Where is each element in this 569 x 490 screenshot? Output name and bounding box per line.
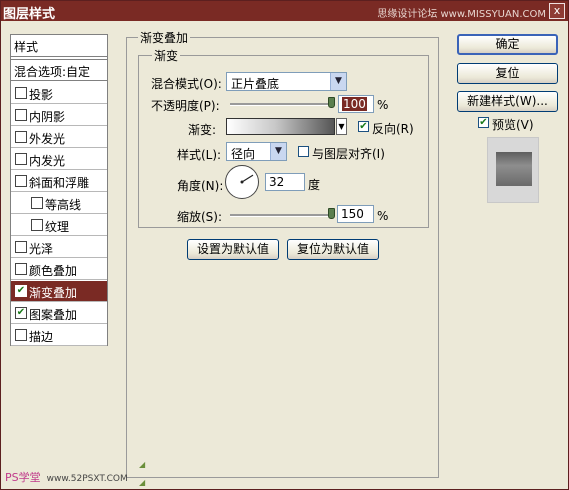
style-item-checkbox[interactable] (31, 219, 43, 231)
style-item[interactable]: ✔ 渐变叠加 (11, 281, 107, 302)
style-item-label: 图案叠加 (29, 308, 78, 322)
style-item-checkbox[interactable] (31, 197, 43, 209)
window-title: 图层样式 (3, 7, 56, 22)
scale-label: 缩放(S): (177, 210, 223, 224)
checkmark-icon: ✔ (16, 307, 26, 318)
angle-input[interactable]: 32 (265, 173, 305, 191)
reset-button[interactable]: 复位 (457, 63, 558, 84)
subgroup-title: 渐变 (152, 47, 181, 64)
opacity-unit: % (377, 98, 389, 112)
style-item-checkbox[interactable] (15, 87, 27, 99)
angle-value: 32 (269, 175, 285, 189)
style-item[interactable]: 描边 (11, 325, 107, 346)
resize-grip-icon: ◢ (139, 478, 146, 487)
preview-checkbox[interactable]: ✔ (478, 117, 489, 128)
style-item[interactable]: 内阴影 (11, 105, 107, 126)
set-default-button[interactable]: 设置为默认值 (187, 239, 279, 260)
scale-input[interactable]: 150 (337, 205, 374, 223)
style-item[interactable]: 纹理 (11, 215, 107, 236)
blend-mode-label: 混合模式(O): (151, 77, 222, 91)
styles-header-label: 样式 (14, 40, 39, 54)
resize-grip-icon: ◢ (139, 460, 146, 469)
checkmark-icon: ✔ (479, 117, 488, 128)
title-bar[interactable]: 图层样式 思缘设计论坛 www.MISSYUAN.COM x (1, 1, 568, 22)
style-item-label: 描边 (29, 330, 54, 344)
style-item-checkbox[interactable] (15, 241, 27, 253)
gradient-style-select[interactable]: 径向 ▼ (226, 142, 287, 161)
style-item-checkbox[interactable] (15, 131, 27, 143)
ok-button[interactable]: 确定 (457, 34, 558, 55)
scale-slider-track[interactable] (230, 214, 332, 217)
style-item-label: 等高线 (45, 198, 82, 212)
new-style-button[interactable]: 新建样式(W)... (457, 91, 558, 112)
angle-dial-needle (240, 174, 254, 184)
style-item-label: 投影 (29, 88, 54, 102)
scale-value: 150 (341, 207, 364, 221)
opacity-value: 100 (342, 97, 367, 111)
style-item-label: 光泽 (29, 242, 54, 256)
group-title: 渐变叠加 (138, 29, 191, 46)
style-item-checkbox[interactable]: ✔ (15, 285, 27, 297)
styles-header[interactable]: 样式 (11, 35, 107, 57)
style-item-label: 外发光 (29, 132, 66, 146)
style-item[interactable]: 斜面和浮雕 (11, 171, 107, 192)
watermark-text: 思缘设计论坛 www.MISSYUAN.COM (377, 9, 546, 20)
scale-slider-thumb[interactable] (328, 208, 335, 219)
checkmark-icon: ✔ (16, 285, 26, 296)
blend-mode-value: 正片叠底 (231, 77, 280, 91)
reset-default-button[interactable]: 复位为默认值 (287, 239, 379, 260)
style-item-checkbox[interactable] (15, 175, 27, 187)
align-with-layer-checkbox[interactable] (298, 146, 309, 157)
blend-options-item[interactable]: 混合选项:自定 (11, 59, 107, 81)
style-item[interactable]: 投影 (11, 83, 107, 104)
scale-unit: % (377, 209, 389, 223)
preview-label: 预览(V) (492, 118, 534, 132)
style-item[interactable]: 光泽 (11, 237, 107, 258)
opacity-slider-thumb[interactable] (328, 97, 335, 108)
footer-watermark: PS学堂 www.52PSXT.COM (5, 469, 128, 485)
chevron-down-icon: ▼ (270, 143, 286, 160)
align-with-layer-label: 与图层对齐(I) (312, 147, 385, 161)
preview-swatch (496, 152, 532, 186)
styles-list: 样式 混合选项:自定 投影 内阴影 外发光 内发光 斜面和浮雕 等高线 纹理 光泽 颜色叠加 ✔ 渐… (10, 34, 108, 346)
opacity-input[interactable]: 100 (338, 95, 374, 113)
footer-logo-text: PS学堂 (5, 471, 41, 484)
gradient-preview[interactable] (226, 118, 335, 135)
style-item-label: 颜色叠加 (29, 264, 78, 278)
angle-label: 角度(N): (177, 179, 224, 193)
style-item[interactable]: 外发光 (11, 127, 107, 148)
style-item-checkbox[interactable] (15, 263, 27, 275)
opacity-slider-track[interactable] (230, 103, 332, 106)
blend-mode-select[interactable]: 正片叠底 ▼ (226, 72, 347, 91)
style-item[interactable]: 等高线 (11, 193, 107, 214)
style-item[interactable]: ✔ 图案叠加 (11, 303, 107, 324)
style-item[interactable]: 内发光 (11, 149, 107, 170)
reverse-checkbox[interactable]: ✔ (358, 121, 369, 132)
close-button[interactable]: x (549, 3, 565, 19)
layer-style-dialog: 图层样式 思缘设计论坛 www.MISSYUAN.COM x 样式 混合选项:自… (0, 0, 569, 490)
footer-site-text: www.52PSXT.COM (46, 474, 128, 484)
gradient-label: 渐变: (188, 123, 217, 137)
style-item-checkbox[interactable] (15, 109, 27, 121)
angle-dial[interactable] (225, 165, 259, 199)
angle-unit: 度 (308, 178, 321, 192)
opacity-label: 不透明度(P): (151, 99, 220, 113)
style-item-label: 纹理 (45, 220, 70, 234)
chevron-down-icon: ▼ (330, 73, 346, 90)
gradient-style-value: 径向 (231, 147, 256, 161)
style-item-label: 内发光 (29, 154, 66, 168)
checkmark-icon: ✔ (359, 121, 368, 132)
reverse-label: 反向(R) (372, 122, 414, 136)
style-item[interactable]: 颜色叠加 (11, 259, 107, 280)
style-item-checkbox[interactable]: ✔ (15, 307, 27, 319)
style-label: 样式(L): (177, 148, 222, 162)
gradient-picker-chevron-down-icon[interactable]: ▼ (336, 118, 347, 135)
style-preview-thumbnail (487, 137, 539, 203)
style-item-checkbox[interactable] (15, 153, 27, 165)
style-item-label: 斜面和浮雕 (29, 176, 90, 190)
style-item-label: 渐变叠加 (29, 286, 78, 300)
style-item-label: 内阴影 (29, 110, 66, 124)
style-item-checkbox[interactable] (15, 329, 27, 341)
blend-options-label: 混合选项:自定 (14, 65, 91, 79)
